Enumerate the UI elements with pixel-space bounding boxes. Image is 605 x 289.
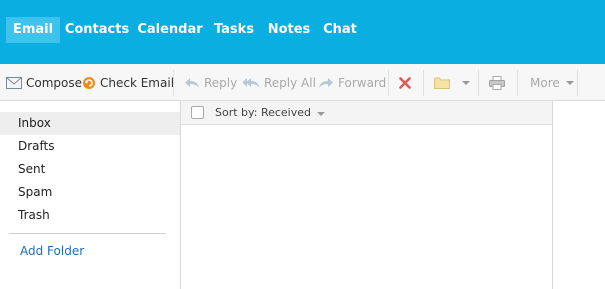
chevron-down-icon: [462, 80, 470, 85]
tab-email[interactable]: Email: [6, 17, 60, 43]
toolbar-divider: [423, 70, 424, 96]
reply-button[interactable]: Reply: [184, 64, 237, 101]
folder-sent[interactable]: Sent: [0, 158, 180, 181]
tab-calendar[interactable]: Calendar: [137, 17, 203, 43]
move-folder-button[interactable]: [434, 64, 470, 101]
top-nav-bar: Email Contacts Calendar Tasks Notes Chat: [0, 0, 605, 64]
forward-label: Forward: [338, 75, 387, 90]
envelope-icon: [6, 76, 22, 89]
forward-button[interactable]: Forward: [318, 64, 386, 101]
toolbar: Compose Check Email Reply Reply All Forw…: [0, 64, 605, 101]
list-header: Sort by: Received: [181, 101, 552, 125]
forward-icon: [318, 77, 334, 89]
reply-all-icon: [242, 77, 260, 89]
sort-label: Sort by: Received: [215, 106, 311, 119]
add-folder-link[interactable]: Add Folder: [20, 244, 84, 258]
tab-notes[interactable]: Notes: [266, 17, 312, 43]
sidebar-divider: [9, 233, 166, 234]
folder-sidebar: Inbox Drafts Sent Spam Trash Add Folder: [0, 101, 180, 289]
reply-label: Reply: [204, 75, 238, 90]
check-email-button[interactable]: Check Email: [82, 64, 174, 101]
select-all-checkbox[interactable]: [191, 106, 204, 119]
tab-contacts[interactable]: Contacts: [64, 17, 130, 43]
message-list-pane: Sort by: Received: [180, 101, 553, 289]
refresh-icon: [82, 76, 96, 90]
toolbar-divider: [388, 70, 389, 96]
tab-chat[interactable]: Chat: [321, 17, 359, 43]
reply-all-label: Reply All: [264, 75, 316, 90]
toolbar-divider: [577, 70, 578, 96]
folder-trash[interactable]: Trash: [0, 204, 180, 227]
print-button[interactable]: [489, 64, 509, 101]
folder-icon: [434, 77, 450, 89]
tab-tasks[interactable]: Tasks: [212, 17, 256, 43]
toolbar-divider: [478, 70, 479, 96]
compose-label: Compose: [26, 75, 83, 90]
toolbar-divider: [173, 70, 174, 96]
folder-spam[interactable]: Spam: [0, 181, 180, 204]
chevron-down-icon: [317, 112, 325, 116]
delete-button[interactable]: [399, 64, 415, 101]
folder-inbox[interactable]: Inbox: [0, 112, 180, 135]
toolbar-divider: [517, 70, 518, 96]
more-menu-button[interactable]: More: [530, 64, 574, 101]
folder-drafts[interactable]: Drafts: [0, 135, 180, 158]
check-email-label: Check Email: [100, 75, 175, 90]
print-icon: [489, 75, 505, 90]
reply-icon: [184, 77, 200, 89]
more-label: More: [530, 75, 560, 90]
compose-button[interactable]: Compose: [6, 64, 82, 101]
reply-all-button[interactable]: Reply All: [242, 64, 316, 101]
sort-dropdown[interactable]: Sort by: Received: [215, 101, 325, 125]
chevron-down-icon: [565, 80, 574, 85]
delete-icon: [399, 76, 411, 89]
